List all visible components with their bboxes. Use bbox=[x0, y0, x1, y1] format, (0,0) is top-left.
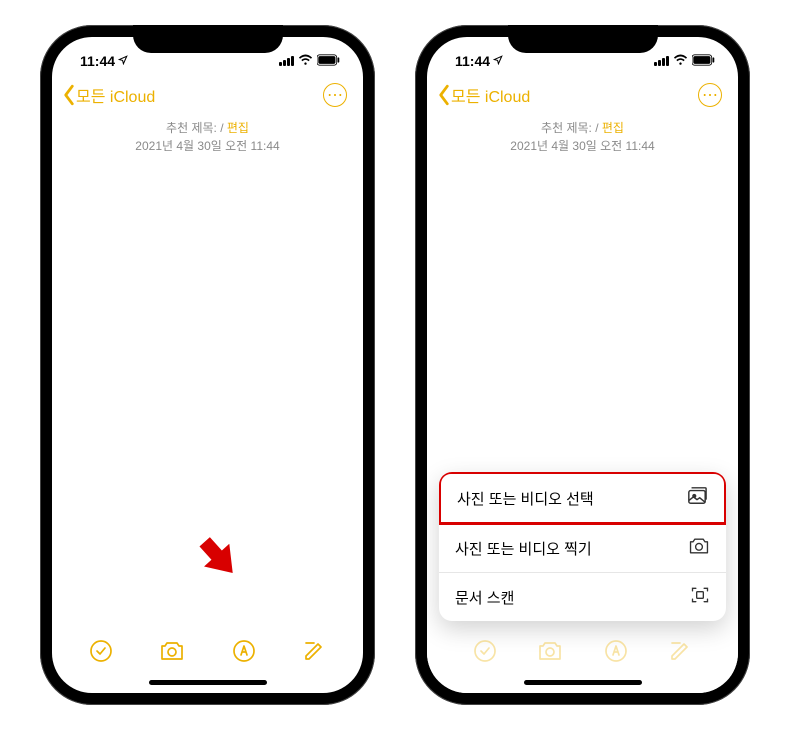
screen-right: 11:44 모든 iCloud bbox=[427, 37, 738, 693]
scan-icon bbox=[690, 585, 710, 609]
status-right bbox=[654, 53, 716, 69]
checklist-button[interactable] bbox=[89, 639, 113, 668]
note-date: 2021년 4월 30일 오전 11:44 bbox=[52, 137, 363, 155]
bottom-toolbar bbox=[52, 629, 363, 674]
nav-bar: 모든 iCloud ⋯ bbox=[427, 77, 738, 113]
wifi-icon bbox=[298, 53, 313, 69]
more-button[interactable]: ⋯ bbox=[698, 83, 722, 107]
title-row: 추천 제목: / 편집 bbox=[427, 119, 738, 137]
signal-icon bbox=[279, 56, 294, 66]
signal-icon bbox=[654, 56, 669, 66]
note-header: 추천 제목: / 편집 2021년 4월 30일 오전 11:44 bbox=[427, 113, 738, 155]
battery-icon bbox=[317, 53, 341, 69]
markup-icon bbox=[232, 639, 256, 663]
back-label: 모든 iCloud bbox=[451, 83, 530, 107]
menu-choose-photo[interactable]: 사진 또는 비디오 선택 bbox=[439, 472, 726, 525]
suggested-title-label: 추천 제목: / bbox=[166, 121, 224, 135]
checklist-button[interactable] bbox=[473, 639, 497, 668]
compose-icon bbox=[302, 639, 326, 663]
note-body[interactable] bbox=[52, 155, 363, 629]
status-time-group: 11:44 bbox=[80, 53, 128, 69]
menu-choose-label: 사진 또는 비디오 선택 bbox=[457, 488, 594, 509]
annotation-arrow-icon bbox=[189, 527, 246, 585]
camera-icon bbox=[159, 639, 185, 663]
location-icon bbox=[118, 55, 128, 68]
back-button[interactable]: 모든 iCloud bbox=[60, 83, 155, 107]
compose-button[interactable] bbox=[668, 639, 692, 668]
more-button[interactable]: ⋯ bbox=[323, 83, 347, 107]
home-indicator[interactable] bbox=[524, 680, 642, 685]
camera-button[interactable] bbox=[159, 639, 185, 668]
status-time-group: 11:44 bbox=[455, 53, 503, 69]
markup-button[interactable] bbox=[604, 639, 628, 668]
photo-library-icon bbox=[686, 486, 708, 510]
status-right bbox=[279, 53, 341, 69]
edit-link[interactable]: 편집 bbox=[602, 121, 624, 135]
suggested-title-label: 추천 제목: / bbox=[541, 121, 599, 135]
phone-left: 11:44 모든 iCloud bbox=[40, 25, 375, 705]
title-row: 추천 제목: / 편집 bbox=[52, 119, 363, 137]
checklist-icon bbox=[89, 639, 113, 663]
battery-icon bbox=[692, 53, 716, 69]
menu-scan-documents[interactable]: 문서 스캔 bbox=[439, 573, 726, 621]
camera-icon bbox=[537, 639, 563, 663]
ellipsis-icon: ⋯ bbox=[702, 85, 718, 105]
screen-left: 11:44 모든 iCloud bbox=[52, 37, 363, 693]
markup-icon bbox=[604, 639, 628, 663]
location-icon bbox=[493, 55, 503, 68]
note-header: 추천 제목: / 편집 2021년 4월 30일 오전 11:44 bbox=[52, 113, 363, 155]
back-label: 모든 iCloud bbox=[76, 83, 155, 107]
home-indicator[interactable] bbox=[149, 680, 267, 685]
status-time: 11:44 bbox=[80, 53, 115, 69]
notch bbox=[133, 25, 283, 53]
nav-bar: 모든 iCloud ⋯ bbox=[52, 77, 363, 113]
wifi-icon bbox=[673, 53, 688, 69]
status-time: 11:44 bbox=[455, 53, 490, 69]
edit-link[interactable]: 편집 bbox=[227, 121, 249, 135]
camera-action-menu: 사진 또는 비디오 선택 사진 또는 비디오 찍기 문서 스캔 bbox=[439, 472, 726, 621]
markup-button[interactable] bbox=[232, 639, 256, 668]
camera-button[interactable] bbox=[537, 639, 563, 668]
compose-icon bbox=[668, 639, 692, 663]
menu-take-label: 사진 또는 비디오 찍기 bbox=[455, 538, 592, 559]
menu-take-photo[interactable]: 사진 또는 비디오 찍기 bbox=[439, 524, 726, 573]
menu-scan-label: 문서 스캔 bbox=[455, 587, 514, 608]
camera-menu-overlay: 사진 또는 비디오 선택 사진 또는 비디오 찍기 문서 스캔 bbox=[427, 412, 738, 693]
notch bbox=[508, 25, 658, 53]
note-body[interactable]: 사진 또는 비디오 선택 사진 또는 비디오 찍기 문서 스캔 bbox=[427, 155, 738, 693]
checklist-icon bbox=[473, 639, 497, 663]
compose-button[interactable] bbox=[302, 639, 326, 668]
phone-right: 11:44 모든 iCloud bbox=[415, 25, 750, 705]
ellipsis-icon: ⋯ bbox=[327, 85, 343, 105]
camera-icon bbox=[688, 536, 710, 560]
note-date: 2021년 4월 30일 오전 11:44 bbox=[427, 137, 738, 155]
bottom-toolbar-dimmed bbox=[439, 629, 726, 674]
back-button[interactable]: 모든 iCloud bbox=[435, 83, 530, 107]
